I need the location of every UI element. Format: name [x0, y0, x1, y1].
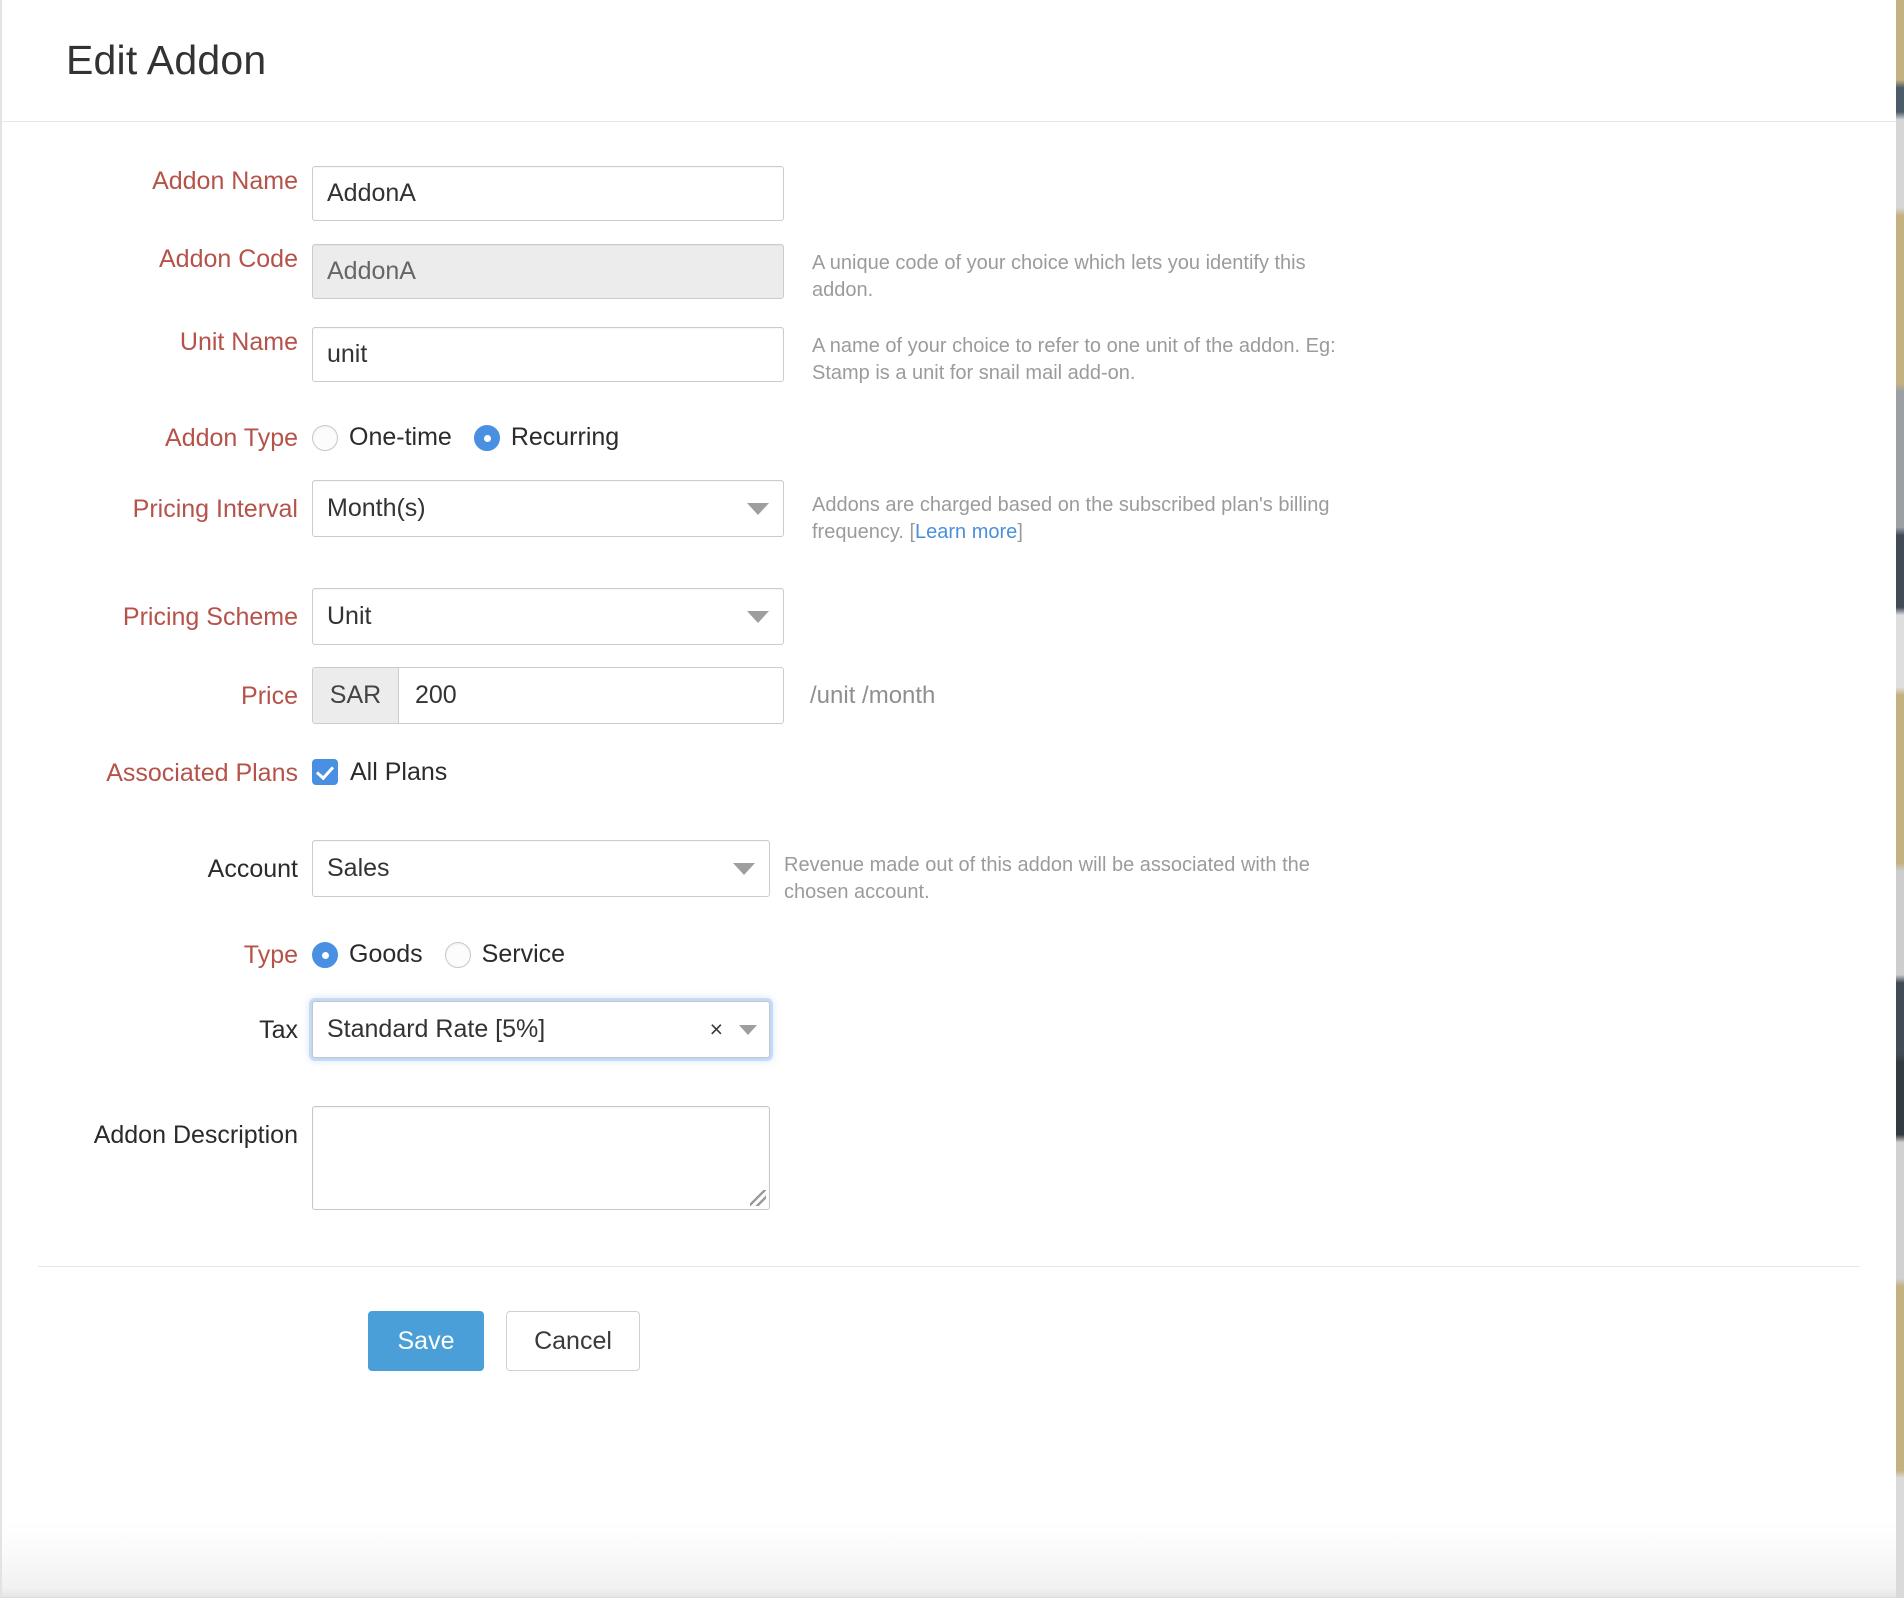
- radio-option-goods[interactable]: Goods: [312, 940, 423, 969]
- label-unit-name: Unit Name: [2, 327, 312, 358]
- radio-icon-one-time[interactable]: [312, 425, 338, 451]
- tax-select-actions: ×: [710, 1018, 757, 1041]
- chevron-down-icon[interactable]: [733, 863, 755, 875]
- all-plans-label: All Plans: [350, 758, 447, 787]
- type-radio-group: Goods Service: [312, 926, 587, 983]
- label-price: Price: [2, 667, 312, 712]
- tax-control: Standard Rate [5%] ×: [312, 1001, 770, 1058]
- price-unit-note: /unit /month: [784, 682, 935, 710]
- radio-option-recurring[interactable]: Recurring: [474, 423, 619, 452]
- pricing-interval-control: Month(s): [312, 480, 784, 537]
- associated-plans-control: All Plans: [312, 746, 447, 798]
- addon-name-control: AddonA: [312, 166, 784, 221]
- chevron-down-icon[interactable]: [747, 611, 769, 623]
- label-pricing-interval: Pricing Interval: [2, 480, 312, 525]
- radio-option-service[interactable]: Service: [445, 940, 565, 969]
- unit-name-control: unit: [312, 327, 784, 382]
- cancel-button[interactable]: Cancel: [506, 1311, 640, 1371]
- label-account: Account: [2, 840, 312, 885]
- field-row-associated-plans: Associated Plans All Plans: [2, 746, 1896, 798]
- tax-select[interactable]: Standard Rate [5%] ×: [312, 1001, 770, 1058]
- field-row-account: Account Sales Revenue made out of this a…: [2, 840, 1896, 906]
- radio-icon-goods-selected[interactable]: [312, 942, 338, 968]
- pricing-scheme-select[interactable]: Unit: [312, 588, 784, 645]
- field-row-addon-type: Addon Type One-time Recurring: [2, 409, 1896, 466]
- pricing-interval-value: Month(s): [327, 494, 426, 523]
- price-input[interactable]: 200: [399, 668, 783, 723]
- panel-header: Edit Addon: [2, 0, 1896, 122]
- radio-option-one-time[interactable]: One-time: [312, 423, 452, 452]
- addon-type-radio-group: One-time Recurring: [312, 409, 641, 466]
- field-row-addon-code: Addon Code AddonA A unique code of your …: [2, 244, 1896, 304]
- tax-value: Standard Rate [5%]: [327, 1015, 545, 1044]
- addon-code-input: AddonA: [312, 244, 784, 299]
- hint-pricing-interval: Addons are charged based on the subscrib…: [784, 480, 1364, 546]
- field-row-pricing-scheme: Pricing Scheme Unit: [2, 588, 1896, 645]
- addon-type-control: One-time Recurring: [312, 409, 641, 466]
- type-control: Goods Service: [312, 926, 587, 983]
- label-associated-plans: Associated Plans: [2, 746, 312, 789]
- label-pricing-scheme: Pricing Scheme: [2, 588, 312, 633]
- pricing-scheme-control: Unit: [312, 588, 784, 645]
- account-control: Sales: [312, 840, 770, 897]
- addon-code-control: AddonA: [312, 244, 784, 299]
- hint-pricing-interval-suffix: ]: [1017, 521, 1023, 543]
- field-row-pricing-interval: Pricing Interval Month(s) Addons are cha…: [2, 480, 1896, 546]
- background-window-sliver: [1896, 0, 1904, 1598]
- account-value: Sales: [327, 854, 390, 883]
- radio-label-one-time: One-time: [349, 423, 452, 452]
- field-row-price: Price SAR 200 /unit /month: [2, 667, 1896, 724]
- addon-description-control: [312, 1106, 770, 1210]
- pricing-scheme-value: Unit: [327, 602, 371, 631]
- unit-name-input[interactable]: unit: [312, 327, 784, 382]
- chevron-down-icon[interactable]: [747, 503, 769, 515]
- addon-form: Addon Name AddonA Addon Code AddonA A un…: [2, 122, 1896, 1598]
- radio-label-recurring: Recurring: [511, 423, 619, 452]
- label-addon-name: Addon Name: [2, 166, 312, 197]
- label-addon-description: Addon Description: [2, 1106, 312, 1151]
- radio-label-goods: Goods: [349, 940, 423, 969]
- hint-addon-code: A unique code of your choice which lets …: [784, 244, 1364, 304]
- resize-handle-icon[interactable]: [750, 1190, 766, 1206]
- page-title: Edit Addon: [2, 37, 266, 84]
- all-plans-checkbox-row[interactable]: All Plans: [312, 746, 447, 798]
- currency-prefix: SAR: [313, 668, 399, 723]
- hint-pricing-interval-text: Addons are charged based on the subscrib…: [812, 494, 1330, 543]
- label-addon-code: Addon Code: [2, 244, 312, 275]
- radio-icon-service[interactable]: [445, 942, 471, 968]
- learn-more-link[interactable]: Learn more: [915, 521, 1017, 543]
- account-select[interactable]: Sales: [312, 840, 770, 897]
- price-input-group: SAR 200: [312, 667, 784, 724]
- hint-unit-name: A name of your choice to refer to one un…: [784, 327, 1364, 387]
- edit-addon-panel: Edit Addon Addon Name AddonA Addon Code …: [0, 0, 1896, 1598]
- form-actions: Save Cancel: [2, 1267, 1896, 1371]
- field-row-type: Type Goods Service: [2, 926, 1896, 983]
- radio-icon-recurring-selected[interactable]: [474, 425, 500, 451]
- chevron-down-icon[interactable]: [739, 1025, 757, 1035]
- field-row-unit-name: Unit Name unit A name of your choice to …: [2, 327, 1896, 387]
- save-button[interactable]: Save: [368, 1311, 484, 1371]
- checkbox-icon-all-plans-checked[interactable]: [312, 759, 338, 785]
- price-control: SAR 200: [312, 667, 784, 724]
- label-addon-type: Addon Type: [2, 409, 312, 454]
- field-row-addon-description: Addon Description: [2, 1106, 1896, 1210]
- addon-description-textarea[interactable]: [312, 1106, 770, 1210]
- addon-name-input[interactable]: AddonA: [312, 166, 784, 221]
- hint-account: Revenue made out of this addon will be a…: [770, 840, 1350, 906]
- label-tax: Tax: [2, 1001, 312, 1046]
- label-type: Type: [2, 926, 312, 971]
- field-row-addon-name: Addon Name AddonA: [2, 166, 1896, 221]
- pricing-interval-select[interactable]: Month(s): [312, 480, 784, 537]
- field-row-tax: Tax Standard Rate [5%] ×: [2, 1001, 1896, 1058]
- spacer: [2, 1210, 1896, 1266]
- radio-label-service: Service: [482, 940, 565, 969]
- close-icon[interactable]: ×: [710, 1018, 723, 1041]
